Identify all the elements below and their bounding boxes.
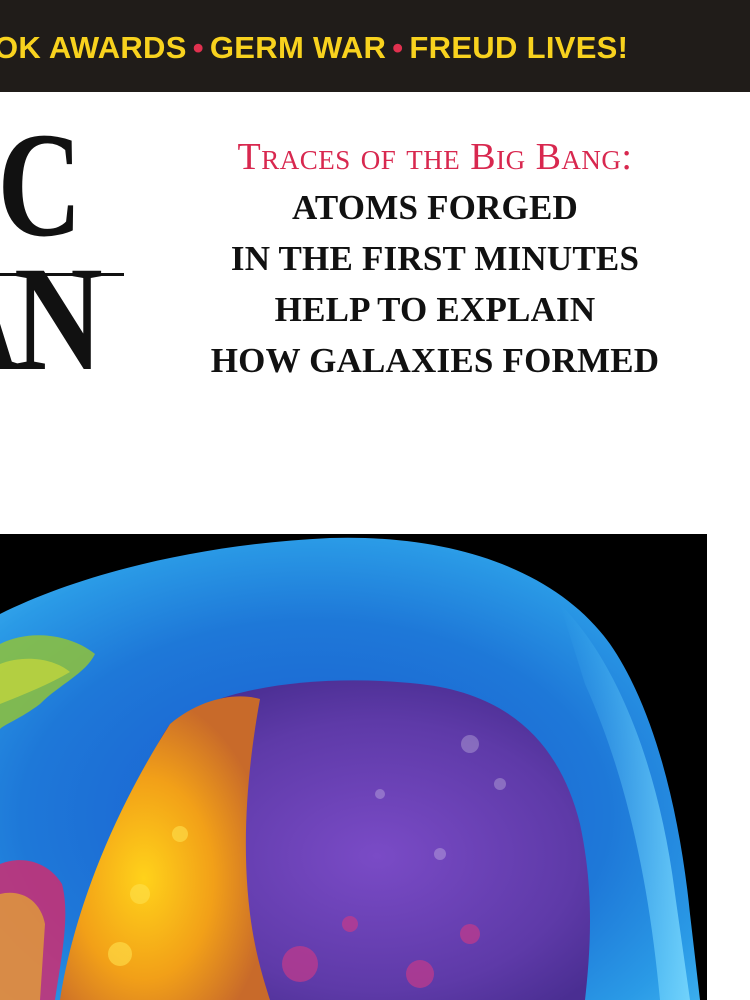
cover-story: Traces of the Big Bang: ATOMS FORGED IN …	[160, 132, 710, 386]
masthead-line-2: AN	[0, 236, 103, 402]
cover-story-title: Traces of the Big Bang:	[237, 136, 633, 178]
cover-story-line-4: HOW GALAXIES FORMED	[210, 341, 660, 380]
cover-story-line-1: ATOMS FORGED	[292, 188, 578, 227]
banner-item-germ-war: GERM WAR	[209, 30, 387, 65]
cover-story-line-2: IN THE FIRST MINUTES	[230, 239, 640, 278]
banner-item-freud: FREUD LIVES!	[409, 30, 629, 65]
banner-item-awards: OK AWARDS	[0, 30, 187, 65]
banner-text: OK AWARDS • GERM WAR • FREUD LIVES!	[0, 28, 628, 68]
separator-dot-icon: •	[392, 30, 404, 65]
masthead-logo: IC AN	[0, 92, 140, 412]
top-banner: OK AWARDS • GERM WAR • FREUD LIVES!	[0, 0, 750, 92]
separator-dot-icon: •	[192, 30, 204, 65]
universe-sphere-image	[0, 534, 707, 1000]
cover-image	[0, 534, 707, 1000]
cover-story-line-3: HELP TO EXPLAIN	[274, 290, 596, 329]
